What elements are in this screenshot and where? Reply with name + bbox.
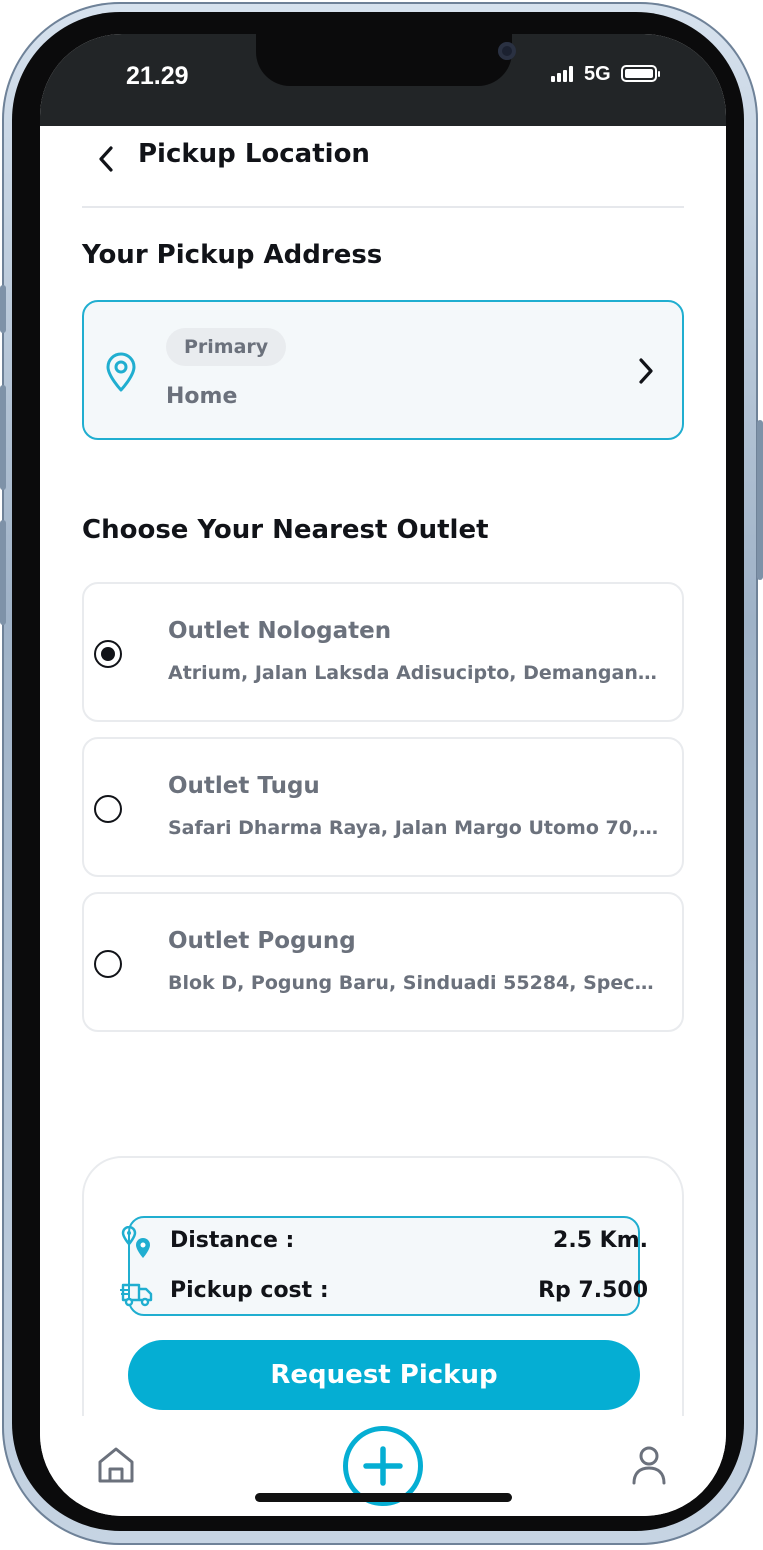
page-title: Pickup Location	[138, 139, 370, 169]
outlet-card-nologaten[interactable]: Outlet Nologaten Atrium, Jalan Laksda Ad…	[82, 582, 684, 722]
location-pin-icon	[106, 352, 136, 392]
status-bar: 21.29 5G	[40, 34, 726, 126]
plus-icon	[363, 1446, 403, 1486]
volume-down-button	[0, 520, 6, 625]
route-pins-icon	[121, 1226, 150, 1258]
outlet-address: Atrium, Jalan Laksda Adisucipto, Demanga…	[168, 662, 660, 684]
pickup-cost-value: Rp 7.500	[538, 1278, 648, 1303]
request-pickup-button[interactable]: Request Pickup	[128, 1340, 640, 1410]
home-icon[interactable]	[96, 1445, 136, 1485]
primary-badge: Primary	[166, 328, 287, 366]
distance-label: Distance :	[170, 1228, 295, 1253]
outlet-name: Outlet Tugu	[168, 773, 320, 799]
outlet-address: Blok D, Pogung Baru, Sinduadi 55284, Spe…	[168, 972, 660, 994]
status-time: 21.29	[126, 62, 189, 90]
pickup-summary-panel: Distance : 2.5 Km. Pickup cost : Rp 7.50…	[82, 1156, 684, 1456]
outlet-radio[interactable]	[94, 950, 122, 978]
notch	[256, 34, 516, 86]
outlet-name: Outlet Nologaten	[168, 618, 392, 644]
outlets-heading: Choose Your Nearest Outlet	[82, 515, 489, 545]
signal-icon	[551, 66, 577, 82]
pickup-info-box: Distance : 2.5 Km. Pickup cost : Rp 7.50…	[120, 1216, 648, 1316]
pickup-address-card[interactable]: Primary Home	[82, 300, 684, 440]
power-button	[757, 420, 763, 580]
outlet-card-tugu[interactable]: Outlet Tugu Safari Dharma Raya, Jalan Ma…	[82, 737, 684, 877]
app-screen: 21.29 5G Pickup Location Your Pickup Add…	[40, 34, 726, 1516]
outlet-card-pogung[interactable]: Outlet Pogung Blok D, Pogung Baru, Sindu…	[82, 892, 684, 1032]
pickup-cost-label: Pickup cost :	[170, 1278, 329, 1303]
header-divider	[82, 206, 684, 208]
outlet-name: Outlet Pogung	[168, 928, 356, 954]
delivery-truck-icon	[120, 1283, 153, 1307]
chevron-left-icon[interactable]	[92, 144, 122, 174]
mute-switch	[0, 285, 6, 333]
chevron-right-icon	[639, 358, 653, 384]
profile-icon[interactable]	[631, 1445, 667, 1485]
home-indicator	[255, 1493, 512, 1502]
front-camera	[498, 42, 516, 60]
outlet-address: Safari Dharma Raya, Jalan Margo Utomo 70…	[168, 817, 660, 839]
pickup-address-heading: Your Pickup Address	[82, 240, 383, 270]
distance-value: 2.5 Km.	[553, 1228, 648, 1253]
outlet-radio[interactable]	[94, 795, 122, 823]
volume-up-button	[0, 385, 6, 490]
network-type: 5G	[584, 63, 611, 85]
address-label: Home	[166, 384, 238, 409]
battery-icon	[621, 65, 660, 82]
outlet-radio-selected[interactable]	[94, 640, 122, 668]
